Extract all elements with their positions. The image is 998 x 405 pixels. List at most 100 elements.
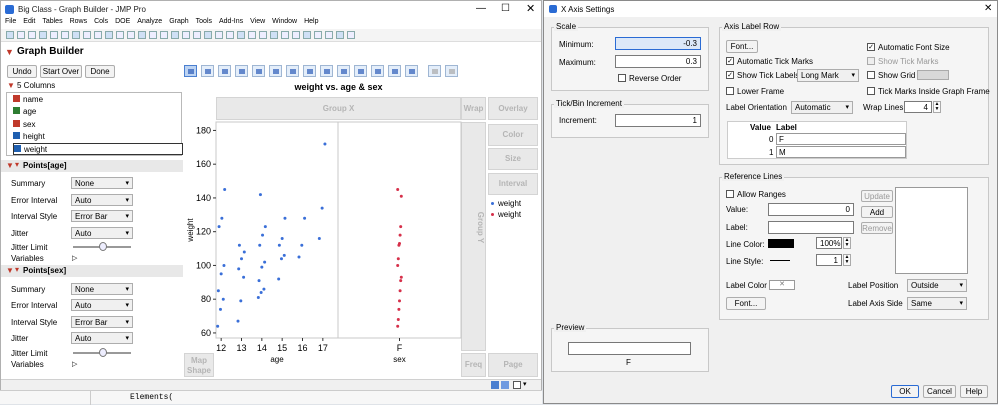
toolbar-tool-icon[interactable] — [314, 31, 322, 39]
error-interval-select[interactable]: Auto — [71, 299, 133, 311]
toolbar-tool-icon[interactable] — [303, 31, 311, 39]
toolbar-tool-icon[interactable] — [160, 31, 168, 39]
toolbar-tool-icon[interactable] — [28, 31, 36, 39]
toolbar-tool-icon[interactable] — [83, 31, 91, 39]
start-over-button[interactable]: Start Over — [40, 65, 82, 78]
label-orientation-select[interactable]: Automatic — [791, 101, 853, 114]
tick-inside-checkbox[interactable] — [867, 87, 875, 95]
slider-thumb[interactable] — [99, 242, 107, 251]
toolbar-tool-icon[interactable] — [138, 31, 146, 39]
line-color-pct-input[interactable]: 100% — [816, 237, 842, 249]
toolbar-tool-icon[interactable] — [325, 31, 333, 39]
auto-font-size-checkbox[interactable]: ✓ — [867, 43, 875, 51]
toolbar-tool-icon[interactable] — [50, 31, 58, 39]
error-interval-select[interactable]: Auto — [71, 194, 133, 206]
row-label-cell[interactable]: F — [776, 133, 906, 145]
menu-item-rows[interactable]: Rows — [70, 18, 88, 28]
toolbar-tool-icon[interactable] — [127, 31, 135, 39]
wrap-spinner[interactable]: ▲ ▼ — [933, 101, 941, 113]
row-label-cell[interactable]: M — [776, 146, 906, 158]
toolbar-tool-icon[interactable] — [270, 31, 278, 39]
done-button[interactable]: Done — [85, 65, 115, 78]
nav-icon[interactable] — [491, 381, 499, 389]
menu-item-doe[interactable]: DOE — [115, 18, 130, 28]
summary-select[interactable]: None — [71, 283, 133, 295]
show-tick-marks-checkbox[interactable] — [867, 57, 875, 65]
graph-type-icon[interactable] — [405, 65, 418, 77]
toolbar-tool-icon[interactable] — [171, 31, 179, 39]
lower-frame-checkbox[interactable] — [726, 87, 734, 95]
toolbar-tool-icon[interactable] — [237, 31, 245, 39]
group-y-zone[interactable]: Group Y — [461, 122, 486, 351]
color-zone[interactable]: Color — [488, 124, 538, 146]
expand-icon[interactable]: ▷ — [72, 254, 77, 262]
minimum-input[interactable]: -0.3 — [615, 37, 701, 50]
pct-spinner[interactable]: ▲ ▼ — [843, 237, 851, 249]
toolbar-tool-icon[interactable] — [248, 31, 256, 39]
style-spinner[interactable]: ▲ ▼ — [843, 254, 851, 266]
page-zone[interactable]: Page — [488, 353, 538, 377]
graph-type-icon[interactable] — [252, 65, 265, 77]
toolbar-tool-icon[interactable] — [281, 31, 289, 39]
increment-input[interactable]: 1 — [615, 114, 701, 127]
interval-style-select[interactable]: Error Bar — [71, 316, 133, 328]
graph-type-icon[interactable] — [371, 65, 384, 77]
menu-item-view[interactable]: View — [250, 18, 265, 28]
disclosure-icon[interactable]: ▼ — [6, 161, 14, 170]
close-section-icon[interactable]: ▾ — [15, 160, 19, 169]
menu-item-edit[interactable]: Edit — [23, 18, 35, 28]
graph-type-icon[interactable] — [201, 65, 214, 77]
disclosure-icon[interactable]: ▼ — [6, 266, 14, 275]
undo-button[interactable]: Undo — [7, 65, 37, 78]
help-button[interactable]: Help — [960, 385, 988, 398]
toolbar-tool-icon[interactable] — [336, 31, 344, 39]
font-button[interactable]: Font... — [726, 40, 758, 53]
ref-font-button[interactable]: Font... — [726, 297, 766, 310]
ok-button[interactable]: OK — [891, 385, 919, 398]
menu-item-window[interactable]: Window — [272, 18, 297, 28]
reference-list[interactable] — [895, 187, 968, 274]
graph-type-icon[interactable] — [218, 65, 231, 77]
graph-type-icon[interactable] — [286, 65, 299, 77]
graph-type-icon[interactable] — [184, 65, 197, 77]
minimize-icon[interactable]: — — [476, 3, 486, 14]
column-item[interactable]: name — [13, 94, 183, 106]
dropdown-icon[interactable]: ▾ — [523, 380, 527, 388]
graph-type-icon[interactable] — [303, 65, 316, 77]
menu-item-cols[interactable]: Cols — [94, 18, 108, 28]
cancel-button[interactable]: Cancel — [923, 385, 956, 398]
toolbar-tool-icon[interactable] — [72, 31, 80, 39]
menu-item-help[interactable]: Help — [304, 18, 318, 28]
maximum-input[interactable]: 0.3 — [615, 55, 701, 68]
menu-item-file[interactable]: File — [5, 18, 16, 28]
overlay-zone[interactable]: Overlay — [488, 97, 538, 120]
line-style-input[interactable]: 1 — [816, 254, 842, 266]
ref-value-input[interactable]: 0 — [768, 203, 854, 216]
allow-ranges-checkbox[interactable] — [726, 190, 734, 198]
add-button[interactable]: Add — [861, 206, 893, 218]
maximize-icon[interactable]: ☐ — [501, 3, 510, 14]
graph-type-icon[interactable] — [235, 65, 248, 77]
menu-item-tools[interactable]: Tools — [196, 18, 212, 28]
graph-type-icon[interactable] — [428, 65, 441, 77]
disclosure-icon[interactable]: ▼ — [7, 81, 15, 90]
expand-icon[interactable]: ▷ — [72, 360, 77, 368]
toolbar-tool-icon[interactable] — [17, 31, 25, 39]
column-item[interactable]: weight — [13, 143, 183, 156]
wrap-lines-input[interactable]: 4 — [904, 101, 932, 113]
graph-type-icon[interactable] — [320, 65, 333, 77]
show-grid-checkbox[interactable] — [867, 71, 875, 79]
column-item[interactable]: height — [13, 131, 183, 143]
toolbar-tool-icon[interactable] — [226, 31, 234, 39]
auto-tick-marks-checkbox[interactable]: ✓ — [726, 57, 734, 65]
toolbar-tool-icon[interactable] — [347, 31, 355, 39]
disclosure-icon[interactable]: ▼ — [5, 47, 14, 57]
close-section-icon[interactable]: ▾ — [15, 265, 19, 274]
group-x-zone[interactable]: Group X — [216, 97, 461, 120]
menu-item-graph[interactable]: Graph — [169, 18, 188, 28]
show-tick-labels-checkbox[interactable]: ✓ — [726, 71, 734, 79]
toolbar-tool-icon[interactable] — [259, 31, 267, 39]
remove-button[interactable]: Remove — [861, 222, 893, 234]
graph-type-icon[interactable] — [445, 65, 458, 77]
nav-icon[interactable] — [501, 381, 509, 389]
